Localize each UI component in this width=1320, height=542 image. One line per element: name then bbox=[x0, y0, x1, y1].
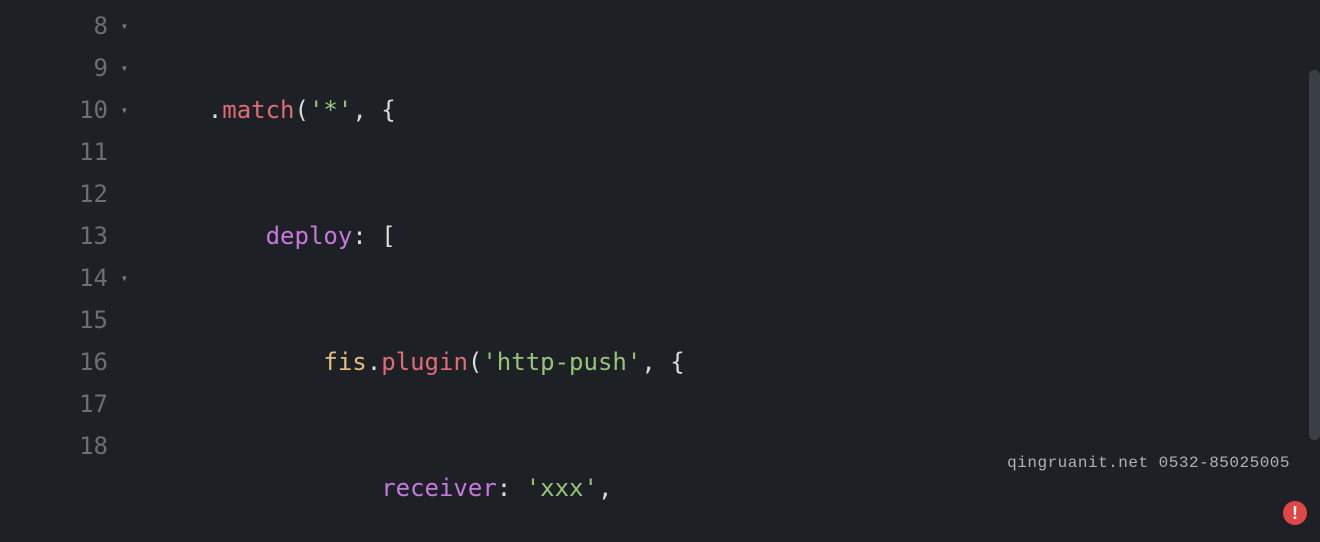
line-number: 14▾ bbox=[0, 257, 128, 299]
line-number: 8▾ bbox=[0, 5, 128, 47]
line-number: 17 bbox=[0, 383, 128, 425]
line-number: 9▾ bbox=[0, 47, 128, 89]
fold-icon[interactable]: ▾ bbox=[114, 89, 128, 131]
line-number: 10▾ bbox=[0, 89, 128, 131]
line-number: 11 bbox=[0, 131, 128, 173]
gutter: 8▾ 9▾ 10▾ 11 12 13 14▾ 15 16 17 18 bbox=[0, 0, 150, 542]
watermark-text: qingruanit.net 0532-85025005 bbox=[1007, 442, 1290, 484]
fold-icon[interactable]: ▾ bbox=[114, 47, 128, 89]
code-line: deploy: [ bbox=[150, 215, 1308, 257]
fold-icon[interactable]: ▾ bbox=[114, 257, 128, 299]
line-number: 16 bbox=[0, 341, 128, 383]
line-number: 18 bbox=[0, 425, 128, 467]
line-number: 13 bbox=[0, 215, 128, 257]
code-line: .match('*', { bbox=[150, 89, 1308, 131]
fold-icon[interactable]: ▾ bbox=[114, 5, 128, 47]
code-line: fis.plugin('http-push', { bbox=[150, 341, 1308, 383]
scrollbar-thumb[interactable] bbox=[1309, 70, 1320, 440]
line-number: 15 bbox=[0, 299, 128, 341]
error-icon[interactable]: ! bbox=[1283, 501, 1307, 525]
line-number: 12 bbox=[0, 173, 128, 215]
